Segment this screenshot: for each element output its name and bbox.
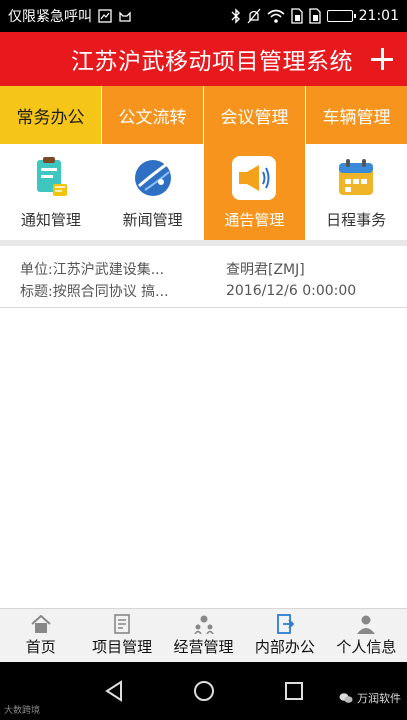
sim2-icon	[308, 8, 321, 24]
screenshot-icon	[98, 9, 112, 23]
tab-general-office[interactable]: 常务办公	[0, 86, 102, 144]
watermark-right: 万润软件	[339, 690, 401, 706]
app-header: 江苏沪武移动项目管理系统	[0, 32, 407, 86]
sub-navigation: 通知管理 新闻管理 通告管理 日程事务	[0, 144, 407, 240]
notice-clipboard-icon	[28, 155, 74, 201]
megaphone-icon	[231, 155, 277, 201]
office-icon	[273, 614, 297, 634]
tab-meeting-management[interactable]: 会议管理	[204, 86, 306, 144]
news-globe-icon	[130, 155, 176, 201]
tab-vehicle-management[interactable]: 车辆管理	[306, 86, 407, 144]
app-title: 江苏沪武移动项目管理系统	[71, 49, 353, 75]
watermark-text: 万润软件	[357, 692, 401, 705]
nav-internal-office[interactable]: 内部办公	[244, 609, 325, 662]
nav-business-management[interactable]: 经营管理	[163, 609, 244, 662]
wechat-icon	[339, 693, 353, 703]
carrier-text: 仅限紧急呼叫	[8, 9, 92, 25]
circle-home-icon[interactable]	[193, 680, 215, 702]
nav-label: 内部办公	[254, 638, 315, 656]
android-navigation-bar: 大数跨境 万润软件	[0, 662, 407, 720]
nav-label: 个人信息	[336, 638, 397, 656]
bluetooth-icon	[231, 8, 241, 24]
mute-icon	[247, 8, 261, 24]
nav-project-management[interactable]: 项目管理	[81, 609, 162, 662]
record-title: 标题:按照合同协议 搞...	[20, 281, 226, 301]
home-icon	[29, 614, 53, 634]
subnav-label: 通告管理	[224, 210, 285, 229]
nav-label: 首页	[25, 638, 56, 656]
record-person: 查明君[ZMJ]	[226, 262, 305, 278]
nav-label: 经营管理	[173, 638, 234, 656]
cat-icon	[118, 9, 132, 23]
battery-icon	[326, 10, 356, 22]
wifi-icon	[267, 9, 285, 23]
subnav-news-management[interactable]: 新闻管理	[102, 144, 204, 240]
recent-apps-icon[interactable]	[283, 680, 305, 702]
title-value: 按照合同协议 搞...	[52, 284, 169, 300]
user-icon	[354, 614, 378, 634]
nav-personal-info[interactable]: 个人信息	[326, 609, 407, 662]
sim-icon	[290, 8, 303, 24]
bottom-navigation: 首页 项目管理 经营管理 内部办公 个人信息	[0, 608, 407, 662]
back-icon[interactable]	[103, 680, 125, 702]
watermark-left: 大数跨境	[4, 706, 41, 716]
clock-text: 21:01	[358, 8, 399, 24]
subnav-announcement-management[interactable]: 通告管理	[203, 144, 306, 240]
document-icon	[110, 614, 134, 634]
subnav-label: 新闻管理	[122, 210, 183, 229]
record-row-title: 标题:按照合同协议 搞... 2016/12/6 0:00:00	[20, 280, 407, 302]
title-label: 标题:	[20, 284, 53, 300]
subnav-label: 日程事务	[326, 210, 387, 229]
subnav-notice-management[interactable]: 通知管理	[0, 144, 102, 240]
team-icon	[192, 614, 216, 634]
unit-value: 江苏沪武建设集...	[52, 262, 165, 278]
subnav-label: 通知管理	[20, 210, 81, 229]
top-tabs: 常务办公 公文流转 会议管理 车辆管理	[0, 86, 407, 144]
list-item[interactable]: 单位:江苏沪武建设集... 查明君[ZMJ] 标题:按照合同协议 搞... 20…	[0, 252, 407, 308]
section-divider	[0, 240, 407, 246]
plus-icon[interactable]	[371, 48, 393, 70]
tab-document-flow[interactable]: 公文流转	[102, 86, 204, 144]
subnav-schedule-affairs[interactable]: 日程事务	[305, 144, 407, 240]
record-row-unit: 单位:江苏沪武建设集... 查明君[ZMJ]	[20, 258, 407, 280]
unit-label: 单位:	[20, 262, 53, 278]
status-bar: 仅限紧急呼叫 21:01	[0, 0, 407, 32]
nav-label: 项目管理	[92, 638, 153, 656]
calendar-icon	[333, 155, 379, 201]
record-datetime: 2016/12/6 0:00:00	[226, 283, 357, 299]
nav-home[interactable]: 首页	[0, 609, 81, 662]
record-unit: 单位:江苏沪武建设集...	[20, 259, 226, 279]
